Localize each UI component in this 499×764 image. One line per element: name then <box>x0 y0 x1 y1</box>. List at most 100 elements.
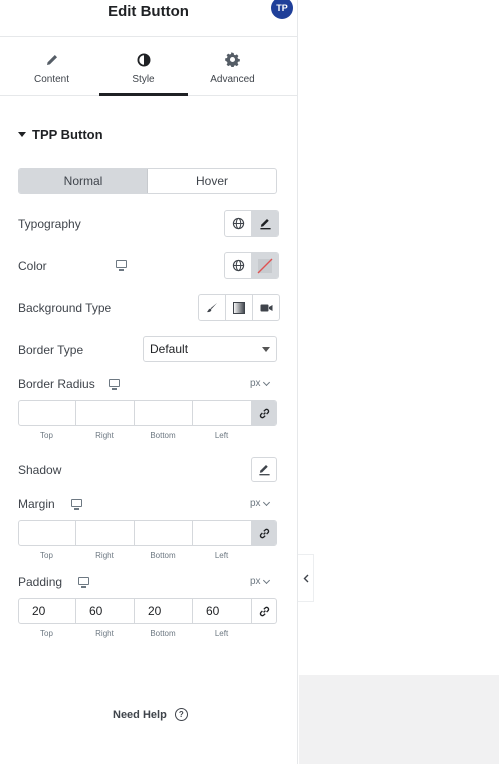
chevron-down-icon <box>262 378 270 386</box>
dim-label-right: Right <box>95 551 114 560</box>
section-toggle-tpp-button[interactable]: TPP Button <box>18 127 103 142</box>
typography-label: Typography <box>18 217 81 231</box>
preview-canvas-footer <box>299 675 499 764</box>
padding-link-button[interactable] <box>252 599 276 623</box>
border-radius-dim-labels: Top Right Bottom Left <box>18 431 277 440</box>
dropdown-arrow-icon <box>262 347 270 352</box>
background-type-controls <box>198 294 280 321</box>
globe-icon <box>232 259 244 272</box>
unit-label: px <box>250 576 261 587</box>
background-video-button[interactable] <box>252 295 279 320</box>
dim-label-bottom: Bottom <box>150 431 176 440</box>
padding-unit-select[interactable]: px <box>250 576 270 587</box>
dim-label-top: Top <box>40 431 53 440</box>
padding-left-input[interactable]: 60 <box>193 599 252 623</box>
margin-dim-labels: Top Right Bottom Left <box>18 551 277 560</box>
tab-style-label: Style <box>132 74 155 85</box>
dim-label-left: Left <box>214 431 229 440</box>
panel-title: Edit Button <box>108 3 189 20</box>
margin-bottom-input[interactable] <box>135 521 193 545</box>
padding-bottom-input[interactable]: 20 <box>135 599 193 623</box>
tab-style[interactable]: Style <box>99 37 188 96</box>
unit-label: px <box>250 378 261 389</box>
responsive-desktop-icon[interactable] <box>78 577 89 588</box>
gradient-icon <box>233 301 245 314</box>
border-type-value: Default <box>150 342 189 356</box>
dim-label-right: Right <box>95 629 114 638</box>
padding-dim-labels: Top Right Bottom Left <box>18 629 277 638</box>
dim-label-left: Left <box>214 551 229 560</box>
margin-link-button[interactable] <box>252 521 276 545</box>
margin-unit-select[interactable]: px <box>250 498 270 509</box>
color-label: Color <box>18 259 47 273</box>
link-icon <box>259 606 269 616</box>
background-classic-button[interactable] <box>199 295 225 320</box>
tab-content[interactable]: Content <box>4 37 99 95</box>
padding-label: Padding <box>18 575 63 589</box>
state-hover-tab[interactable]: Hover <box>148 169 276 193</box>
need-help-link[interactable]: Need Help ? <box>113 708 188 721</box>
dim-label-top: Top <box>40 629 53 638</box>
chevron-down-icon <box>262 498 270 506</box>
margin-label: Margin <box>18 497 55 511</box>
responsive-desktop-icon[interactable] <box>71 499 82 510</box>
border-radius-unit-select[interactable]: px <box>250 378 270 389</box>
pencil-icon <box>259 218 271 230</box>
panel-tabs: Content Style Advanced <box>0 37 297 96</box>
margin-left-input[interactable] <box>193 521 252 545</box>
responsive-desktop-icon[interactable] <box>116 260 127 271</box>
shadow-edit-button[interactable] <box>251 457 277 482</box>
color-global-button[interactable] <box>225 253 251 278</box>
section-title: TPP Button <box>32 127 103 142</box>
typography-global-button[interactable] <box>225 211 251 236</box>
state-normal-tab[interactable]: Normal <box>19 169 148 193</box>
dim-label-bottom: Bottom <box>150 551 176 560</box>
state-toggle: Normal Hover <box>18 168 277 194</box>
border-radius-inputs <box>18 400 277 426</box>
border-radius-label: Border Radius <box>18 377 95 391</box>
color-swatch-button[interactable] <box>251 253 278 278</box>
border-type-label: Border Type <box>18 343 84 357</box>
responsive-desktop-icon[interactable] <box>109 379 120 390</box>
padding-inputs: 20 60 20 60 <box>18 598 277 624</box>
background-type-label: Background Type <box>18 301 112 315</box>
need-help-label: Need Help <box>113 708 167 721</box>
dim-label-bottom: Bottom <box>150 629 176 638</box>
dim-label-right: Right <box>95 431 114 440</box>
pencil-icon <box>45 51 59 68</box>
tab-advanced[interactable]: Advanced <box>188 37 277 95</box>
typography-controls <box>224 210 279 237</box>
dim-label-top: Top <box>40 551 53 560</box>
border-radius-link-button[interactable] <box>252 401 276 425</box>
unit-label: px <box>250 498 261 509</box>
gear-icon <box>225 51 240 68</box>
tab-content-label: Content <box>33 74 70 85</box>
globe-icon <box>232 217 244 230</box>
brush-icon <box>207 302 217 312</box>
color-controls <box>224 252 279 279</box>
color-unset-icon <box>257 258 273 273</box>
help-circle-icon: ? <box>174 708 188 721</box>
link-icon <box>259 408 269 418</box>
video-icon <box>260 304 272 311</box>
contrast-icon <box>137 51 151 68</box>
border-radius-top-input[interactable] <box>19 401 76 425</box>
background-gradient-button[interactable] <box>225 295 252 320</box>
dim-label-left: Left <box>214 629 229 638</box>
tab-advanced-label: Advanced <box>210 74 255 85</box>
border-radius-left-input[interactable] <box>193 401 252 425</box>
padding-right-input[interactable]: 60 <box>76 599 135 623</box>
panel-collapse-button[interactable] <box>298 554 314 602</box>
editor-panel: Edit Button TP Content Style Advanced TP… <box>0 0 298 764</box>
border-radius-right-input[interactable] <box>76 401 135 425</box>
link-icon <box>259 528 269 538</box>
pencil-icon <box>258 464 270 476</box>
border-radius-bottom-input[interactable] <box>135 401 193 425</box>
typography-edit-button[interactable] <box>251 211 278 236</box>
padding-top-input[interactable]: 20 <box>19 599 76 623</box>
margin-right-input[interactable] <box>76 521 135 545</box>
margin-top-input[interactable] <box>19 521 76 545</box>
chevron-left-icon <box>303 574 308 582</box>
shadow-label: Shadow <box>18 463 62 477</box>
border-type-select[interactable]: Default <box>143 336 277 362</box>
